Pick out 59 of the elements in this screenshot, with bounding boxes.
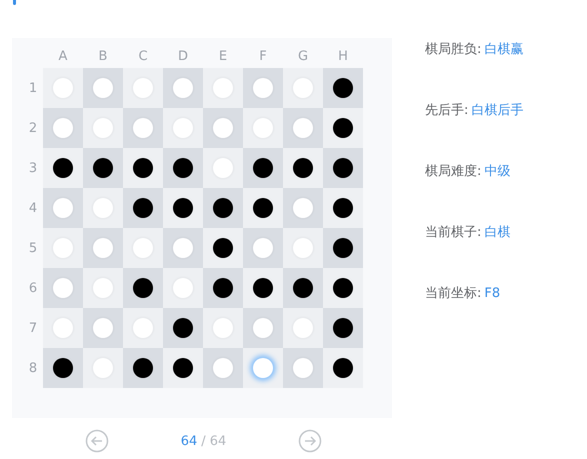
board-square[interactable] [323, 188, 363, 228]
info-value: 中级 [484, 163, 510, 180]
board-square[interactable] [123, 148, 163, 188]
board-square[interactable] [323, 68, 363, 108]
board-square[interactable] [163, 188, 203, 228]
page-separator: / [201, 434, 206, 448]
board-square[interactable] [163, 308, 203, 348]
board-square[interactable] [243, 188, 283, 228]
column-label: F [258, 48, 268, 64]
info-value: F8 [484, 286, 500, 300]
board-square[interactable] [243, 268, 283, 308]
column-label: E [218, 48, 228, 64]
heading-accent [13, 0, 16, 5]
board-square[interactable] [243, 148, 283, 188]
info-value: 白棋 [484, 224, 510, 241]
board-square[interactable] [83, 148, 123, 188]
row-label: 4 [28, 200, 38, 216]
board-square[interactable] [203, 268, 243, 308]
row-label: 2 [28, 120, 38, 136]
board-square[interactable] [43, 348, 83, 388]
total-pages: 64 [210, 434, 226, 448]
column-label: C [137, 48, 149, 64]
board-square[interactable] [283, 268, 323, 308]
column-label: H [337, 48, 349, 64]
row-label: 5 [28, 240, 38, 256]
board-square[interactable] [323, 308, 363, 348]
info-label: 当前坐标: [425, 285, 482, 302]
info-value: 白棋后手 [471, 102, 524, 119]
column-label: D [176, 48, 189, 64]
info-label: 先后手: [425, 102, 468, 119]
column-label: A [58, 48, 68, 64]
board-square[interactable] [323, 108, 363, 148]
board-square[interactable] [323, 228, 363, 268]
info-value: 白棋赢 [484, 41, 524, 58]
board-square[interactable] [43, 148, 83, 188]
info-label: 棋局难度: [425, 163, 482, 180]
board-square[interactable] [123, 348, 163, 388]
board-square[interactable] [203, 188, 243, 228]
info-label: 当前棋子: [425, 224, 482, 241]
board-square[interactable] [203, 228, 243, 268]
column-label: G [296, 48, 310, 64]
current-page: 64 [180, 434, 198, 448]
board-square[interactable] [163, 348, 203, 388]
row-label: 1 [28, 80, 38, 96]
board-square[interactable] [323, 348, 363, 388]
board-square[interactable] [123, 188, 163, 228]
info-label: 棋局胜负: [425, 41, 482, 58]
board-square[interactable] [163, 148, 203, 188]
board-square[interactable] [323, 268, 363, 308]
column-label: B [98, 48, 108, 64]
board-square[interactable] [283, 148, 323, 188]
row-label: 7 [28, 320, 38, 336]
previous-button[interactable] [85, 429, 109, 453]
board-square[interactable] [123, 268, 163, 308]
board-square[interactable] [323, 148, 363, 188]
row-label: 6 [28, 280, 38, 296]
next-button[interactable] [298, 429, 322, 453]
row-label: 8 [28, 360, 38, 376]
row-label: 3 [28, 160, 38, 176]
